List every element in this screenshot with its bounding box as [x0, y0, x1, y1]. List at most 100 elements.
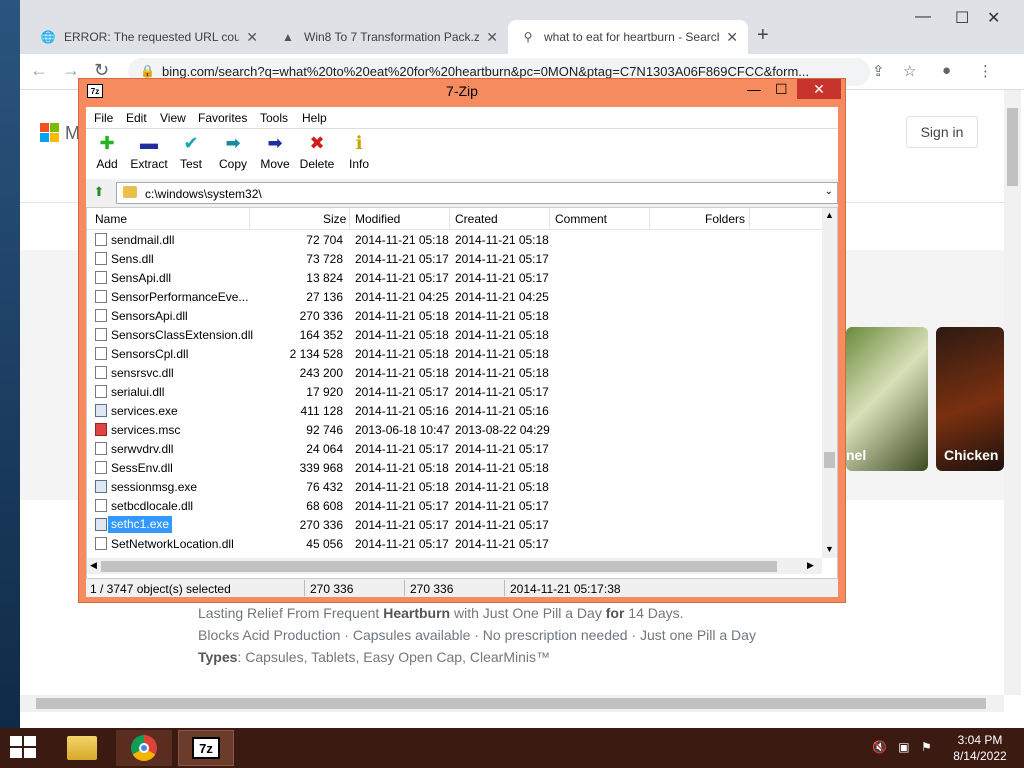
dll-file-icon	[95, 366, 107, 379]
menu-edit[interactable]: Edit	[126, 111, 147, 125]
file-row[interactable]: SensorsCpl.dll 2 134 528 2014-11-21 05:18 2…	[87, 344, 822, 363]
close-window-icon[interactable]: ✕	[987, 8, 1000, 28]
column-size[interactable]: Size	[323, 212, 346, 226]
add-button[interactable]: ✚ Add	[87, 133, 127, 171]
status-packed-size: 270 336	[410, 582, 454, 596]
page-horizontal-scrollbar[interactable]	[20, 695, 1004, 712]
list-vertical-scrollbar[interactable]: ▲ ▼	[822, 208, 837, 558]
ad-line-1: Lasting Relief From Frequent Heartburn w…	[198, 605, 684, 621]
file-name: SetNetworkLocation.dll	[111, 537, 234, 551]
menu-kebab-icon[interactable]: ⋮	[978, 62, 993, 80]
window-title: 7-Zip	[446, 83, 478, 99]
file-created: 2014-11-21 05:18	[455, 480, 549, 494]
7zip-toolbar: ✚ Add ▬ Extract ✔ Test ➡ Copy ➡ Move ✖ Delete …	[86, 129, 838, 179]
clock-date: 8/14/2022	[953, 749, 1007, 763]
folder-up-icon[interactable]: ⬆	[90, 184, 108, 202]
file-row[interactable]: serialui.dll 17 920 2014-11-21 05:17 2014-1…	[87, 382, 822, 401]
close-tab-icon[interactable]: ✕	[486, 29, 498, 46]
profile-icon[interactable]: ●	[942, 62, 951, 79]
scroll-up-icon[interactable]: ▲	[825, 210, 834, 220]
column-created[interactable]: Created	[455, 212, 498, 226]
chrome-icon	[131, 735, 157, 761]
file-row[interactable]: SensorsClassExtension.dll 164 352 2014-11-…	[87, 325, 822, 344]
tab-search[interactable]: ⚲ what to eat for heartburn - Search ✕	[508, 20, 748, 54]
new-tab-button[interactable]: +	[757, 24, 769, 47]
list-horizontal-scrollbar[interactable]: ◀ ▶	[87, 558, 822, 574]
move-button[interactable]: ➡ Move	[255, 133, 295, 171]
status-date: 2014-11-21 05:17:38	[510, 582, 621, 596]
file-row[interactable]: SensorPerformanceEve... 27 136 2014-11-21 …	[87, 287, 822, 306]
volume-muted-icon[interactable]: 🔇	[872, 740, 887, 754]
file-modified: 2014-11-21 05:18	[355, 309, 449, 323]
file-size: 339 968	[299, 461, 343, 475]
info-button[interactable]: ℹ Info	[339, 133, 379, 171]
action-center-icon[interactable]: ⚑	[921, 740, 932, 754]
file-row[interactable]: SensApi.dll 13 824 2014-11-21 05:17 2014-11…	[87, 268, 822, 287]
file-row[interactable]: sendmail.dll 72 704 2014-11-21 05:18 2014-1…	[87, 230, 822, 249]
page-vertical-scrollbar[interactable]	[1004, 90, 1021, 695]
minimize-icon[interactable]: —	[747, 81, 761, 97]
scroll-left-icon[interactable]: ◀	[90, 560, 97, 571]
7zip-taskbar-button[interactable]: 7z	[178, 730, 234, 766]
file-name: SensorsApi.dll	[111, 309, 188, 323]
tab-error[interactable]: 🌐 ERROR: The requested URL could ✕	[28, 20, 268, 54]
system-tray: 🔇 ▣ ⚑	[872, 740, 932, 754]
file-row[interactable]: Sens.dll 73 728 2014-11-21 05:17 2014-11-21…	[87, 249, 822, 268]
file-size: 27 136	[306, 290, 343, 304]
back-icon[interactable]: ←	[30, 60, 48, 81]
search-icon: ⚲	[523, 30, 533, 44]
file-row[interactable]: services.exe 411 128 2014-11-21 05:16 2014-…	[87, 401, 822, 420]
menu-view[interactable]: View	[160, 111, 186, 125]
chevron-down-icon[interactable]: ⌄	[825, 186, 833, 197]
tab-title: Win8 To 7 Transformation Pack.z	[304, 30, 479, 44]
file-row[interactable]: SensorsApi.dll 270 336 2014-11-21 05:18 201…	[87, 306, 822, 325]
file-row[interactable]: SetNetworkLocation.dll 45 056 2014-11-21 0…	[87, 534, 822, 553]
file-row[interactable]: setbcdlocale.dll 68 608 2014-11-21 05:17 20…	[87, 496, 822, 515]
file-row[interactable]: sessionmsg.exe 76 432 2014-11-21 05:18 2014…	[87, 477, 822, 496]
exe-file-icon	[95, 404, 107, 417]
file-name: sendmail.dll	[111, 233, 175, 247]
close-window-icon[interactable]: ✕	[797, 79, 841, 99]
image-card-chicken[interactable]: Chicken	[936, 327, 1004, 471]
network-icon[interactable]: ▣	[898, 740, 909, 754]
7zip-titlebar[interactable]: 7z 7-Zip — ☐ ✕	[79, 79, 845, 103]
file-explorer-taskbar-button[interactable]	[54, 730, 110, 766]
close-tab-icon[interactable]: ✕	[246, 29, 258, 46]
share-icon[interactable]: ⇪	[872, 62, 885, 80]
menu-favorites[interactable]: Favorites	[198, 111, 247, 125]
file-row[interactable]: sethc1.exe 270 336 2014-11-21 05:17 2014-11…	[87, 515, 822, 534]
test-button[interactable]: ✔ Test	[171, 133, 211, 171]
sign-in-button[interactable]: Sign in	[906, 116, 978, 148]
extract-button[interactable]: ▬ Extract	[129, 133, 169, 171]
image-card-fennel[interactable]: nel	[846, 327, 928, 471]
maximize-icon[interactable]: ☐	[955, 8, 969, 28]
column-modified[interactable]: Modified	[355, 212, 400, 226]
maximize-icon[interactable]: ☐	[775, 81, 788, 98]
column-folders[interactable]: Folders	[705, 212, 745, 226]
file-name: sessionmsg.exe	[111, 480, 198, 494]
column-comment[interactable]: Comment	[555, 212, 607, 226]
minimize-icon[interactable]: —	[915, 8, 931, 26]
dll-file-icon	[95, 461, 107, 474]
path-input[interactable]: c:\windows\system32\ ⌄	[116, 182, 838, 204]
start-button[interactable]	[10, 736, 38, 760]
copy-button[interactable]: ➡ Copy	[213, 133, 253, 171]
file-row[interactable]: serwvdrv.dll 24 064 2014-11-21 05:17 2014-1…	[87, 439, 822, 458]
delete-icon: ✖	[309, 133, 325, 153]
file-row[interactable]: services.msc 92 746 2013-06-18 10:47 2013-0…	[87, 420, 822, 439]
tab-win8[interactable]: ▲ Win8 To 7 Transformation Pack.z ✕	[268, 20, 508, 54]
chrome-taskbar-button[interactable]	[116, 730, 172, 766]
bookmark-star-icon[interactable]: ☆	[903, 62, 916, 80]
close-tab-icon[interactable]: ✕	[726, 29, 738, 46]
menu-help[interactable]: Help	[302, 111, 327, 125]
menu-tools[interactable]: Tools	[260, 111, 288, 125]
delete-button[interactable]: ✖ Delete	[297, 133, 337, 171]
clock[interactable]: 3:04 PM 8/14/2022	[950, 732, 1010, 764]
scroll-right-icon[interactable]: ▶	[807, 560, 814, 571]
column-name[interactable]: Name	[95, 212, 127, 226]
file-created: 2014-11-21 05:16	[455, 404, 549, 418]
scroll-down-icon[interactable]: ▼	[825, 544, 834, 554]
file-row[interactable]: SessEnv.dll 339 968 2014-11-21 05:18 2014-1…	[87, 458, 822, 477]
file-row[interactable]: sensrsvc.dll 243 200 2014-11-21 05:18 2014-…	[87, 363, 822, 382]
menu-file[interactable]: File	[94, 111, 113, 125]
